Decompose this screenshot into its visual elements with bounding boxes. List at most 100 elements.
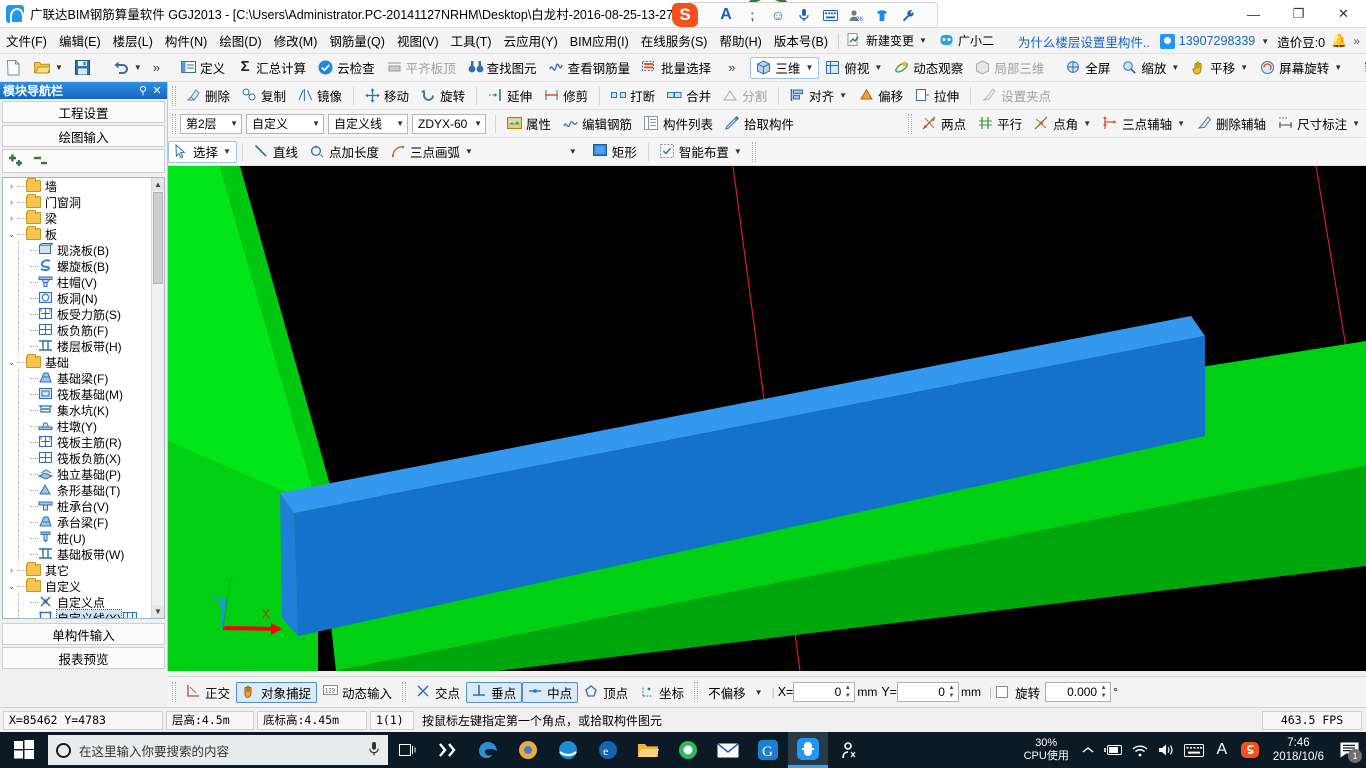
select-floor-button[interactable]: 选择楼层 (1358, 57, 1366, 79)
new-change-caret[interactable]: ▼ (919, 36, 927, 45)
tree-folder[interactable]: ⌄ 自定义 (3, 578, 151, 594)
rotate-spinner[interactable]: ▲ ▼ (1098, 684, 1109, 700)
x-input[interactable]: 0 ▲ ▼ (793, 682, 856, 702)
axis-grip[interactable] (908, 113, 913, 134)
taskbar-app-edge-legacy-icon[interactable] (468, 732, 508, 768)
panel-pin-icon[interactable]: ⚲ (136, 84, 150, 97)
taskbar-app-ie2-icon[interactable]: e (588, 732, 628, 768)
tree-item[interactable]: 基础梁(F) (3, 370, 151, 386)
tray-keyboard-icon[interactable] (1179, 732, 1209, 768)
object-snap-toggle[interactable]: 对象捕捉 (236, 681, 318, 703)
chevron-right-icon[interactable]: › (5, 213, 18, 223)
taskbar-app-ie-icon[interactable] (548, 732, 588, 768)
zoom-button[interactable]: 缩放 ▼ (1116, 57, 1185, 79)
tree-item[interactable]: 筏板主筋(R) (3, 434, 151, 450)
snapbar-grip[interactable] (172, 682, 176, 702)
chevron-down-icon[interactable]: ⌄ (5, 581, 18, 592)
pan-button[interactable]: 平移 ▼ (1185, 57, 1254, 79)
tree-folder[interactable]: ⌄ 基础 (3, 354, 151, 370)
taskbar-app-browser-green-icon[interactable] (668, 732, 708, 768)
offset-button[interactable]: 偏移 (853, 85, 909, 107)
tree-item[interactable]: 筏板基础(M) (3, 386, 151, 402)
expand-all-icon[interactable] (8, 153, 24, 169)
snap-midpoint[interactable]: 中点 (522, 681, 579, 703)
rotate-checkbox[interactable] (996, 686, 1009, 698)
chevron-right-icon[interactable]: › (5, 565, 18, 575)
x-spinner[interactable]: ▲ ▼ (842, 684, 853, 700)
tree-folder[interactable]: › 墙 (3, 178, 151, 194)
pick-component-button[interactable]: 拾取构件 (719, 113, 800, 135)
rotate-input[interactable]: 0.000 ▲ ▼ (1045, 682, 1112, 702)
delete-axis-button[interactable]: 删除辅轴 (1191, 113, 1272, 135)
tree-item[interactable]: 筏板负筋(X) (3, 450, 151, 466)
pan-caret-icon[interactable]: ▼ (1240, 63, 1248, 72)
task-view-icon[interactable] (388, 732, 428, 768)
screen-rotate-button[interactable]: 屏幕旋转 ▼ (1254, 57, 1348, 79)
break-button[interactable]: 打断 (605, 85, 661, 107)
maximize-button[interactable]: ❐ (1276, 0, 1321, 28)
taskbar-clock[interactable]: 7:46 2018/10/6 (1265, 736, 1332, 764)
sogou-ime-logo[interactable]: S (672, 3, 698, 27)
component-grip[interactable] (172, 113, 176, 134)
ortho-toggle[interactable]: 正交 (180, 682, 236, 703)
tray-wifi-icon[interactable] (1127, 732, 1153, 768)
ime-keyboard-icon[interactable] (817, 4, 843, 26)
tree-item[interactable]: 现浇板(B) (3, 242, 151, 258)
point-angle-button[interactable]: 点角 ▼ (1028, 113, 1097, 135)
component-type-caret-icon[interactable]: ▼ (312, 119, 320, 128)
undo-button[interactable]: ▼ (107, 57, 148, 79)
tree-item[interactable]: 自定义线(X) (3, 608, 151, 618)
floor-combo-caret-icon[interactable]: ▼ (230, 119, 238, 128)
select-tool-caret-icon[interactable]: ▼ (223, 147, 231, 156)
assistant-button[interactable]: 广小二 (935, 30, 998, 51)
move-button[interactable]: 移动 (359, 85, 415, 107)
y-spinner[interactable]: ▲ ▼ (946, 684, 957, 700)
menu-item-component[interactable]: 构件(N) (159, 28, 213, 53)
mic-icon[interactable] (368, 741, 380, 760)
notification-bell-icon[interactable]: 🔔 (1331, 33, 1347, 49)
menu-item-edit[interactable]: 编辑(E) (53, 28, 107, 53)
model-viewport-3d[interactable]: Z Y X Z (168, 166, 1366, 671)
minimize-button[interactable]: — (1231, 0, 1276, 28)
trim-button[interactable]: 修剪 (538, 85, 594, 107)
offset-grip[interactable] (694, 682, 699, 702)
component-category-caret-icon[interactable]: ▼ (396, 119, 404, 128)
tree-item[interactable]: 承台梁(F) (3, 514, 151, 530)
chevron-down-icon[interactable]: ⌄ (5, 357, 18, 368)
undo-caret-icon[interactable]: ▼ (134, 63, 142, 72)
offset-mode-combo[interactable]: 不偏移 ▼ (702, 682, 768, 703)
view-rebar-button[interactable]: 查看钢筋量 (543, 57, 637, 79)
menu-item-draw[interactable]: 绘图(D) (213, 28, 267, 53)
taskbar-app-people-icon[interactable] (828, 732, 868, 768)
collapse-all-icon[interactable] (33, 153, 49, 169)
stretch-button[interactable]: 拉伸 (909, 85, 965, 107)
tree-item[interactable]: 自定义点 (3, 594, 151, 610)
save-file-button[interactable] (69, 57, 97, 79)
snap-perpendicular[interactable]: 垂点 (466, 681, 523, 703)
start-button[interactable] (0, 732, 48, 768)
new-change-button[interactable]: 新建变更 ▼ (843, 30, 931, 51)
batch-select-button[interactable]: 批量选择 (636, 57, 717, 79)
menu-overflow-icon[interactable]: » (1353, 34, 1360, 48)
properties-button[interactable]: 属性 (501, 113, 557, 135)
tree-item[interactable]: 基础板带(W) (3, 546, 151, 562)
menu-item-modify[interactable]: 修改(M) (268, 28, 324, 53)
ime-punctuation-icon[interactable]: ⁏ (739, 4, 765, 26)
y-input[interactable]: 0 ▲ ▼ (896, 682, 959, 702)
menu-item-floor[interactable]: 楼层(L) (107, 28, 159, 53)
menu-item-help[interactable]: 帮助(H) (713, 28, 767, 53)
tree-item[interactable]: 独立基础(P) (3, 466, 151, 482)
tree-item[interactable]: 柱帽(V) (3, 274, 151, 290)
zoom-caret-icon[interactable]: ▼ (1171, 63, 1179, 72)
tree-item[interactable]: 楼层板带(H) (3, 338, 151, 354)
project-settings-button[interactable]: 工程设置 (2, 101, 165, 123)
dimension-button[interactable]: 尺寸标注 ▼ (1272, 113, 1366, 135)
floor-combo[interactable]: 第2层 ▼ (180, 113, 242, 134)
tree-item[interactable]: 柱墩(Y) (3, 418, 151, 434)
chevron-right-icon[interactable]: › (5, 197, 18, 207)
draw-grip[interactable] (751, 141, 756, 162)
ime-emoji-icon[interactable]: ☺ (765, 4, 791, 26)
tray-sogou-icon[interactable] (1235, 732, 1265, 768)
tree-item[interactable]: 桩(U) (3, 530, 151, 546)
edit-rebar-button[interactable]: 编辑钢筋 (557, 113, 638, 135)
